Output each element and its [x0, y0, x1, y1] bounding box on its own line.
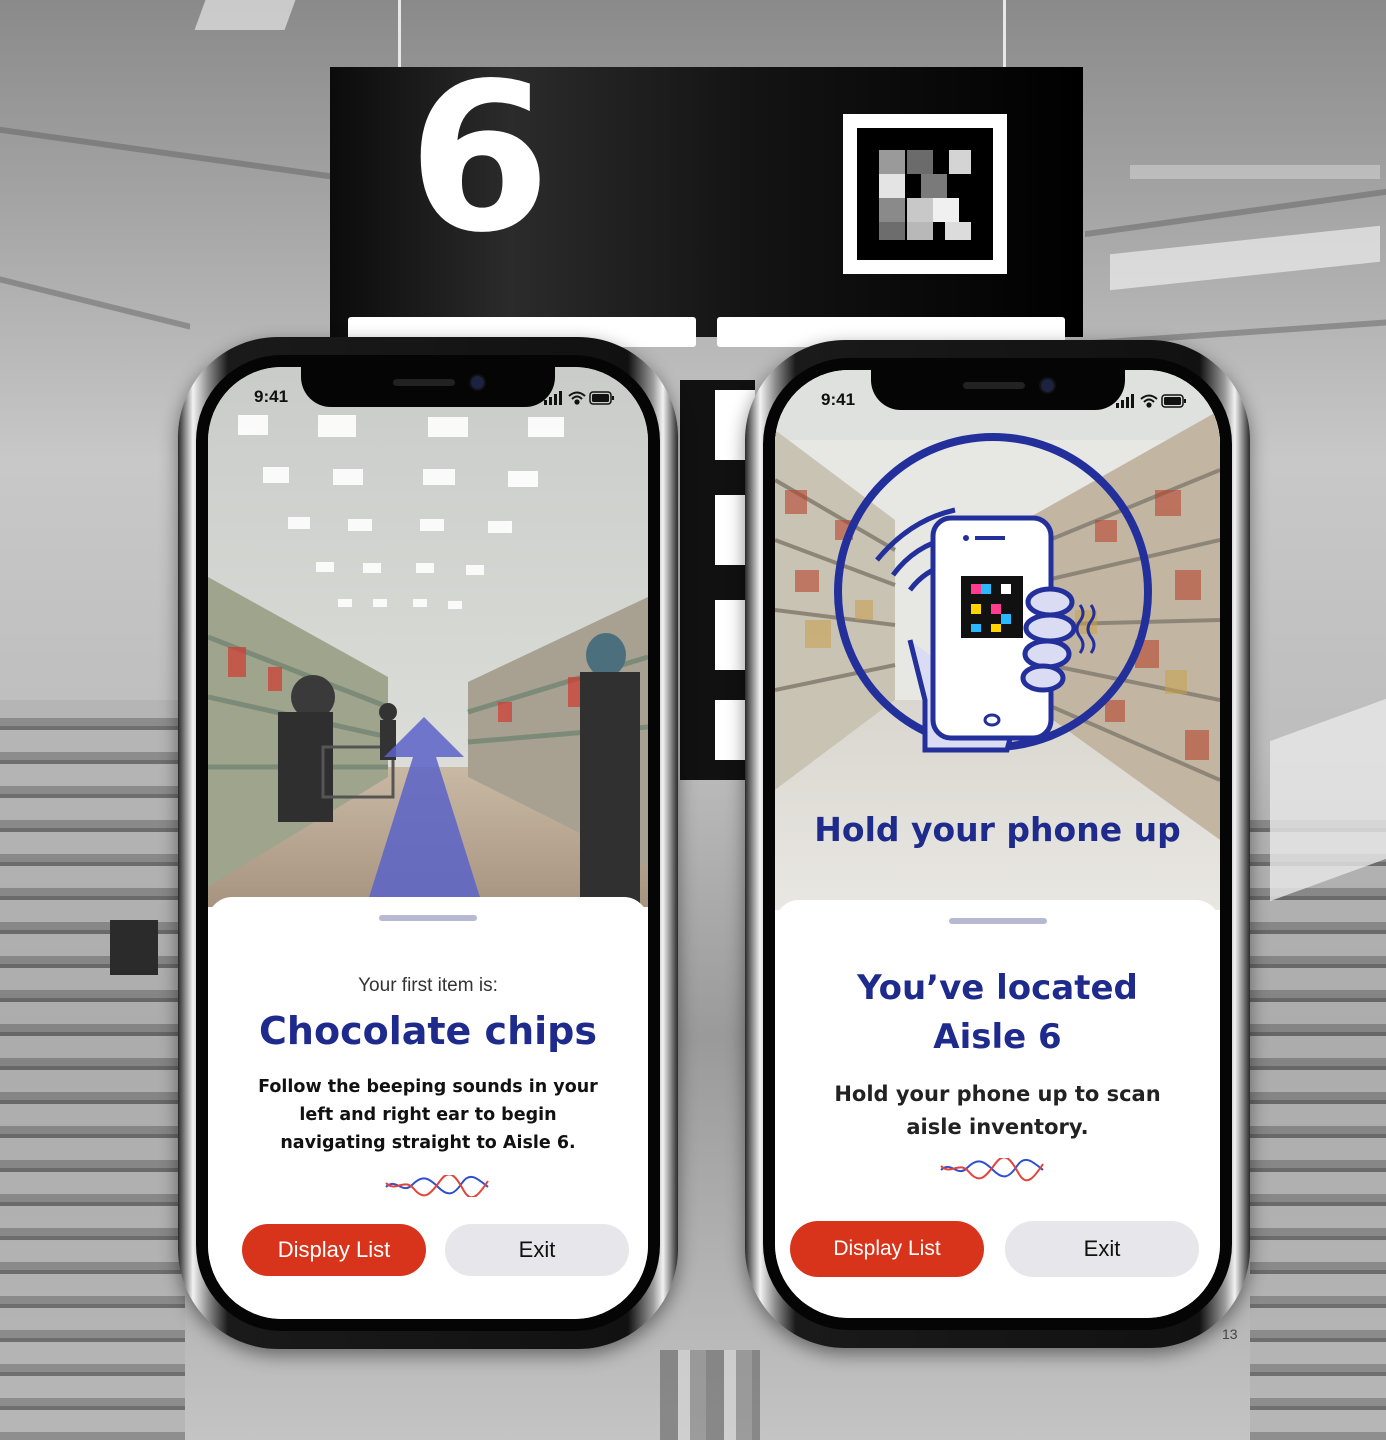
sheet-grabber[interactable] [948, 918, 1047, 924]
instructions-line2: aisle inventory. [906, 1115, 1089, 1139]
phone-right: 9:41 Hold your phone up You’ve located A… [745, 340, 1250, 1348]
notch [301, 367, 555, 407]
aisle-number: 6 [408, 40, 551, 278]
sheet-grabber[interactable] [379, 915, 477, 921]
ceiling-beam [0, 276, 190, 330]
phone-left: 9:41 Your first item is: Chocolate chips… [178, 337, 678, 1349]
notch [870, 370, 1125, 410]
eyebrow-text: Your first item is: [358, 975, 498, 996]
phone-right-screen: 9:41 Hold your phone up You’ve located A… [775, 370, 1220, 1318]
sign-panel-grid [680, 380, 755, 780]
bottom-sheet: You’ve located Aisle 6 Hold your phone u… [775, 900, 1220, 1318]
status-icons [1116, 394, 1186, 413]
camera-feed [208, 367, 648, 907]
phone-left-screen: 9:41 Your first item is: Chocolate chips… [208, 367, 648, 1319]
wifi-icon [568, 391, 586, 405]
battery-icon [589, 391, 614, 405]
shelf [1250, 820, 1386, 1440]
sign-wire [398, 0, 401, 67]
floor [660, 1350, 760, 1440]
wifi-icon [1140, 394, 1158, 408]
instructions-text: Follow the beeping sounds in your left a… [258, 1077, 598, 1153]
speaker-box [110, 920, 158, 975]
shelf [0, 700, 185, 1440]
exit-button[interactable]: Exit [445, 1224, 629, 1276]
item-name: Chocolate chips [259, 1009, 597, 1053]
status-icons [544, 391, 614, 410]
signal-icon [544, 391, 562, 405]
exit-button[interactable]: Exit [1005, 1221, 1199, 1277]
headline-line1: You’ve located [857, 968, 1138, 1008]
aisle-sign: 6 [330, 57, 1083, 347]
aisle-marker-code [843, 114, 1007, 274]
headline-line2: Aisle 6 [933, 1017, 1062, 1057]
ceiling-light [1130, 165, 1380, 179]
battery-icon [1161, 394, 1186, 408]
camera-feed: Hold your phone up [775, 370, 1220, 910]
sound-wave-icon [940, 1158, 1044, 1182]
display-list-button[interactable]: Display List [242, 1224, 426, 1276]
display-list-button[interactable]: Display List [790, 1221, 984, 1277]
ceiling-light [194, 0, 296, 30]
page-number: 13 [1222, 1326, 1238, 1342]
status-time: 9:41 [254, 387, 289, 406]
signal-icon [1116, 394, 1134, 408]
ceiling-light [1110, 225, 1380, 291]
instructions-line1: Hold your phone up to scan [834, 1082, 1161, 1106]
sound-wave-icon [385, 1175, 489, 1197]
sign-wire [1003, 0, 1006, 67]
status-time: 9:41 [821, 390, 856, 409]
overlay-title: Hold your phone up [814, 810, 1181, 849]
bottom-sheet: Your first item is: Chocolate chips Foll… [208, 897, 648, 1319]
ceiling-beam [0, 126, 330, 180]
